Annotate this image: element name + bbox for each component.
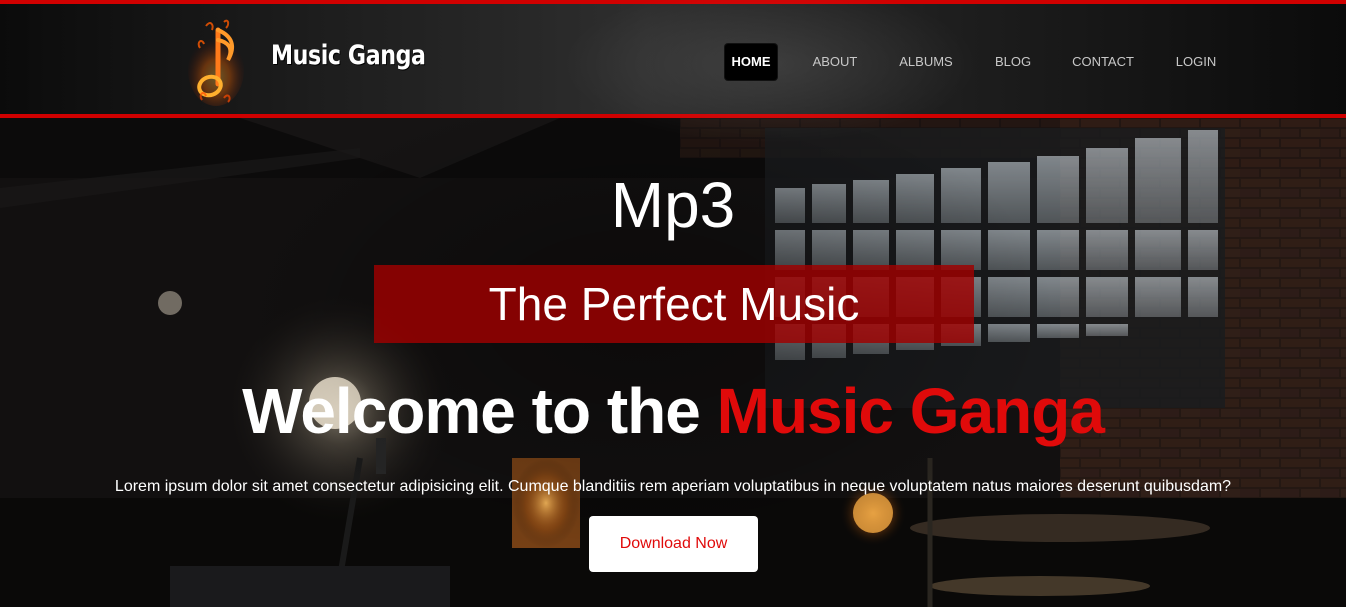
nav-item-blog[interactable]: BLOG — [990, 44, 1036, 80]
hero-description: Lorem ipsum dolor sit amet consectetur a… — [114, 478, 1232, 495]
hero-banner: The Perfect Music — [374, 265, 974, 343]
hero-banner-text: The Perfect Music — [488, 278, 860, 330]
main-nav: HOME ABOUT ALBUMS BLOG CONTACT LOGIN — [0, 44, 1346, 80]
hero-section: Mp3 The Perfect Music Welcome to the Mus… — [0, 118, 1346, 607]
hero-title: Mp3 — [610, 169, 736, 241]
nav-item-about[interactable]: ABOUT — [808, 44, 862, 80]
nav-item-home[interactable]: HOME — [725, 44, 777, 80]
hero-welcome-heading: Welcome to the Music Ganga — [0, 374, 1346, 448]
welcome-accent: Music Ganga — [716, 375, 1105, 447]
site-header: Music Ganga HOME ABOUT ALBUMS BLOG CONTA… — [0, 0, 1346, 144]
welcome-prefix: Welcome to the — [242, 375, 717, 447]
nav-item-login[interactable]: LOGIN — [1170, 44, 1222, 80]
download-now-button[interactable]: Download Now — [589, 516, 758, 572]
nav-item-albums[interactable]: ALBUMS — [894, 44, 958, 80]
nav-item-contact[interactable]: CONTACT — [1068, 44, 1138, 80]
